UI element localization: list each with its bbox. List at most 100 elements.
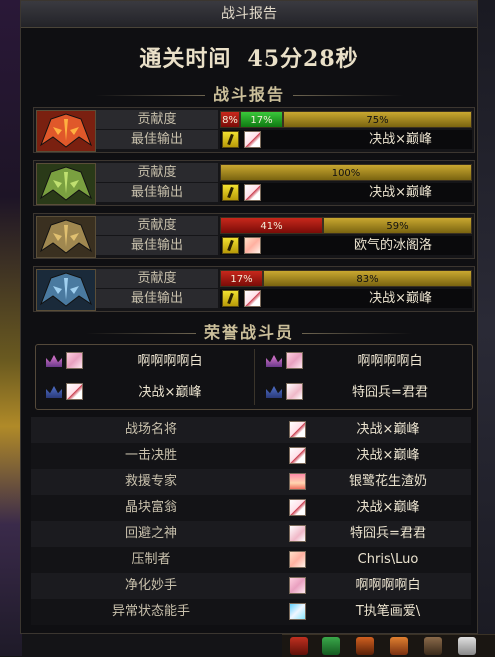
avatar <box>289 577 306 594</box>
contribution-label: 贡献度 <box>96 216 218 235</box>
contribution-segment: 75% <box>283 111 472 128</box>
award-winner: 银鹭花生渣奶 <box>348 474 427 489</box>
divider-ornament <box>85 333 196 334</box>
award-winner: Chris\Luo <box>357 552 419 567</box>
avatar <box>286 352 303 369</box>
honor-member-name: 啊啊啊啊白 <box>137 354 203 369</box>
avatar <box>289 525 306 542</box>
quest-icon[interactable] <box>356 637 374 655</box>
mask-icon <box>37 270 95 310</box>
award-row[interactable]: 回避之神 特囧兵=君君 <box>31 521 471 547</box>
honor-member[interactable]: 特囧兵=君君 <box>256 378 472 407</box>
avatar <box>289 603 306 620</box>
avatar <box>289 447 306 464</box>
window-title: 战斗报告 <box>21 1 477 28</box>
award-row[interactable]: 救援专家 银鹭花生渣奶 <box>31 469 471 495</box>
best-output-row: 最佳输出 欧气的冰阁洛 <box>96 236 472 256</box>
award-winner: 特囧兵=君君 <box>350 526 426 541</box>
award-title: 救援专家 <box>124 474 177 489</box>
divider-ornament <box>293 95 403 96</box>
contribution-segment: 8% <box>220 111 240 128</box>
team-row: 贡献度 8% 17% 75% 最佳输出 决战×巅峰 <box>33 107 475 153</box>
award-title: 战场名将 <box>124 422 177 437</box>
avatar <box>244 237 261 254</box>
team-emblem <box>36 110 96 152</box>
best-output-player[interactable]: 决战×巅峰 <box>220 289 472 308</box>
honor-member-name: 特囧兵=君君 <box>352 385 428 400</box>
honor-member-name: 啊啊啊啊白 <box>357 354 423 369</box>
contribution-bar: 41% 59% <box>220 217 472 234</box>
best-output-player[interactable]: 决战×巅峰 <box>220 183 472 202</box>
award-winner: 决战×巅峰 <box>356 500 420 515</box>
best-output-label: 最佳输出 <box>96 289 218 308</box>
mask-icon <box>37 164 95 204</box>
best-output-label: 最佳输出 <box>96 130 218 149</box>
best-output-row: 最佳输出 决战×巅峰 <box>96 130 472 150</box>
avatar <box>289 473 306 490</box>
contribution-bar: 100% <box>220 164 472 181</box>
honor-member[interactable]: 决战×巅峰 <box>36 378 252 407</box>
potion-icon[interactable] <box>290 637 308 655</box>
avatar <box>66 352 83 369</box>
best-output-row: 最佳输出 决战×巅峰 <box>96 289 472 309</box>
contribution-segment: 41% <box>220 217 323 234</box>
character-icon[interactable] <box>424 637 442 655</box>
award-row[interactable]: 净化妙手 啊啊啊啊白 <box>31 573 471 599</box>
best-output-label: 最佳输出 <box>96 236 218 255</box>
team-emblem <box>36 163 96 205</box>
honor-members-panel: 啊啊啊啊白 啊啊啊啊白 决战×巅峰 特囧兵=君君 <box>35 344 473 410</box>
clear-time: 通关时间 45分28秒 <box>21 41 477 73</box>
upgrade-icon[interactable] <box>390 637 408 655</box>
avatar <box>66 383 83 400</box>
clear-time-value: 45分28秒 <box>247 46 359 72</box>
crown-icon <box>266 386 282 398</box>
team-emblem <box>36 216 96 258</box>
awards-list: 战场名将 决战×巅峰 一击决胜 决战×巅峰 救援专家 银鹭花生渣奶 晶块富翁 决战×巅峰… <box>31 417 471 625</box>
contribution-row: 贡献度 17% 83% <box>96 269 472 289</box>
home-icon[interactable] <box>322 637 340 655</box>
award-row[interactable]: 晶块富翁 决战×巅峰 <box>31 495 471 521</box>
contribution-segment: 17% <box>240 111 283 128</box>
best-output-player[interactable]: 欧气的冰阁洛 <box>220 236 472 255</box>
avatar <box>244 184 261 201</box>
avatar <box>286 383 303 400</box>
divider-ornament <box>302 333 412 334</box>
award-title: 一击决胜 <box>124 448 177 463</box>
team-row: 贡献度 17% 83% 最佳输出 决战×巅峰 <box>33 266 475 312</box>
contribution-label: 贡献度 <box>96 163 218 182</box>
award-row[interactable]: 压制者 Chris\Luo <box>31 547 471 573</box>
contribution-label: 贡献度 <box>96 269 218 288</box>
award-winner: T执笔画爱\ <box>355 604 421 619</box>
contribution-segment: 17% <box>220 270 263 287</box>
contribution-segment: 59% <box>323 217 472 234</box>
contribution-bar: 8% 17% 75% <box>220 111 472 128</box>
crown-icon <box>266 355 282 367</box>
avatar <box>289 421 306 438</box>
award-row[interactable]: 战场名将 决战×巅峰 <box>31 417 471 443</box>
avatar <box>289 551 306 568</box>
award-winner: 决战×巅峰 <box>356 422 420 437</box>
menu-icon[interactable] <box>458 637 476 655</box>
award-title: 异常状态能手 <box>111 604 190 619</box>
team-row: 贡献度 41% 59% 最佳输出 欧气的冰阁洛 <box>33 213 475 259</box>
honor-member[interactable]: 啊啊啊啊白 <box>36 347 252 376</box>
crown-icon <box>46 386 62 398</box>
section-title-battle-report: 战斗报告 <box>21 81 477 104</box>
award-row[interactable]: 一击决胜 决战×巅峰 <box>31 443 471 469</box>
award-row[interactable]: 异常状态能手 T执笔画爱\ <box>31 599 471 625</box>
award-winner: 啊啊啊啊白 <box>355 578 421 593</box>
best-output-name: 决战×巅峰 <box>369 132 432 147</box>
battle-report-window: 战斗报告 通关时间 45分28秒 战斗报告 贡献度 8% 17% 75% 最佳输出 决战×巅… <box>20 0 478 634</box>
honor-member[interactable]: 啊啊啊啊白 <box>256 347 472 376</box>
best-output-name: 决战×巅峰 <box>369 291 432 306</box>
contribution-label: 贡献度 <box>96 110 218 129</box>
mask-icon <box>37 217 95 257</box>
best-output-row: 最佳输出 决战×巅峰 <box>96 183 472 203</box>
contribution-row: 贡献度 100% <box>96 163 472 183</box>
award-winner: 决战×巅峰 <box>356 448 420 463</box>
best-output-player[interactable]: 决战×巅峰 <box>220 130 472 149</box>
weapon-icon <box>222 131 239 148</box>
divider-ornament <box>94 95 205 96</box>
contribution-segment: 83% <box>263 270 472 287</box>
weapon-icon <box>222 184 239 201</box>
